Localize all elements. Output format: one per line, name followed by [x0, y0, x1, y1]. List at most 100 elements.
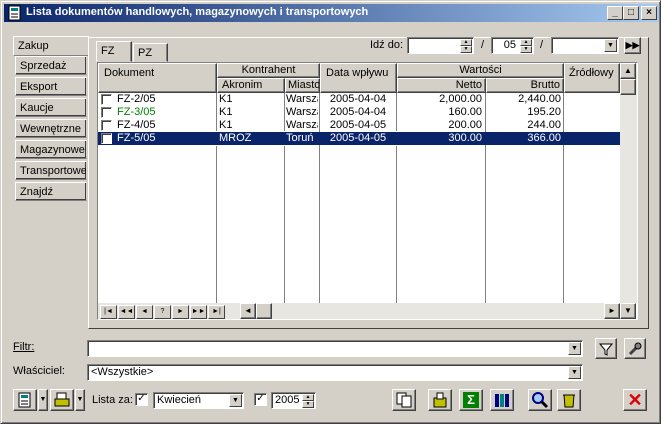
col-header-netto[interactable]: Netto [397, 78, 486, 93]
print-dropdown-button[interactable]: ▼ [75, 389, 85, 411]
table-row[interactable]: FZ-3/05 K1 Warszawa 2005-04-04 160.00 195.20 [98, 106, 620, 119]
chevron-down-icon[interactable]: ▼ [568, 342, 581, 355]
filter-input[interactable]: ▼ [87, 340, 583, 357]
cell-doc: FZ-5/05 [117, 132, 156, 144]
spin-up-icon[interactable]: ▲ [460, 39, 472, 46]
search-button[interactable] [528, 389, 552, 411]
scroll-down-icon[interactable]: ▼ [620, 303, 636, 319]
open-icon [433, 392, 447, 408]
lista-za-checkbox[interactable]: ✓ [135, 393, 148, 406]
tab-kaucje[interactable]: Kaucje [15, 98, 87, 117]
row-checkbox[interactable] [101, 94, 112, 105]
chevron-down-icon[interactable]: ▼ [604, 39, 617, 52]
tab-fz[interactable]: FZ [96, 41, 132, 62]
new-document-icon [18, 392, 31, 408]
goto-separator: / [481, 39, 485, 51]
first-record-icon[interactable]: |◄ [100, 305, 117, 319]
tab-sprzedaz[interactable]: Sprzedaż [15, 56, 87, 75]
recycle-button[interactable] [557, 389, 581, 411]
close-button[interactable]: ✕ [623, 389, 647, 411]
last-record-icon[interactable]: ►| [208, 305, 225, 319]
col-header-wartosci[interactable]: Wartości [397, 63, 564, 78]
scroll-thumb[interactable] [620, 79, 636, 95]
chevron-down-icon: ▼ [39, 396, 47, 403]
col-header-data[interactable]: Data wpływu [320, 63, 397, 93]
year-spinner[interactable]: 2005 ▲ ▼ [271, 392, 316, 409]
chevron-down-icon: ▼ [76, 396, 84, 403]
sum-button[interactable]: Σ [459, 389, 483, 411]
scroll-up-icon[interactable]: ▲ [620, 63, 636, 79]
spin-down-icon[interactable]: ▼ [302, 401, 314, 408]
filter-button[interactable] [595, 338, 617, 359]
row-checkbox[interactable] [101, 120, 112, 131]
title-bar: Lista dokumentów handlowych, magazynowyc… [4, 4, 659, 22]
tab-magazynowe[interactable]: Magazynowe [15, 140, 87, 159]
help-icon[interactable]: ? [154, 305, 171, 319]
cell-data: 2005-04-05 [329, 119, 387, 131]
goto-label: Idź do: [370, 39, 404, 51]
scroll-right-icon[interactable]: ► [604, 303, 620, 319]
col-header-akronim[interactable]: Akronim [217, 78, 285, 93]
prev-page-icon[interactable]: ◄◄ [118, 305, 135, 319]
year-checkbox[interactable]: ✓ [254, 393, 267, 406]
next-page-icon[interactable]: ►► [190, 305, 207, 319]
vertical-scrollbar[interactable] [620, 63, 637, 303]
goto-button[interactable]: ▶▶ [624, 37, 641, 54]
tab-zakup[interactable]: Zakup [13, 36, 89, 56]
tab-wewnetrzne[interactable]: Wewnętrzne [15, 119, 87, 138]
owner-select[interactable]: <Wszystkie> ▼ [87, 364, 583, 381]
new-document-button[interactable] [13, 389, 37, 411]
tab-znajdz[interactable]: Znajdź [15, 182, 87, 201]
cell-netto: 160.00 [448, 106, 482, 118]
spin-down-icon[interactable]: ▼ [460, 46, 472, 53]
books-button[interactable] [490, 389, 514, 411]
cell-data: 2005-04-04 [329, 106, 387, 118]
next-record-icon[interactable]: ► [172, 305, 189, 319]
table-row[interactable]: FZ-2/05 K1 Warszawa 2005-04-04 2,000.00 2,440… [98, 93, 620, 106]
goto-day-field[interactable]: ▲ ▼ [407, 37, 474, 54]
col-header-kontrahent[interactable]: Kontrahent [217, 63, 320, 78]
table-row[interactable]: FZ-4/05 K1 Warszawa 2005-04-05 200.00 244.00 [98, 119, 620, 132]
filter-settings-button[interactable] [624, 338, 646, 359]
recycle-icon [563, 394, 575, 408]
row-checkbox[interactable] [101, 133, 112, 144]
cell-miasto: Warszawa [286, 106, 318, 118]
spin-up-icon[interactable]: ▲ [302, 394, 314, 401]
cell-brutto: 244.00 [527, 119, 561, 131]
open-button[interactable] [428, 389, 452, 411]
col-header-zrodlowy[interactable]: Źródłowy [564, 63, 620, 93]
chevron-down-icon[interactable]: ▼ [229, 394, 242, 407]
table-row[interactable]: FZ-5/05 MROZ Toruń 2005-04-05 300.00 366.00 [98, 131, 621, 146]
goto-year-field[interactable]: ▼ [551, 37, 619, 54]
new-dropdown-button[interactable]: ▼ [38, 389, 48, 411]
spin-up-icon[interactable]: ▲ [520, 39, 532, 46]
goto-separator-2: / [540, 39, 544, 51]
minimize-button[interactable]: _ [607, 6, 623, 20]
col-header-brutto[interactable]: Brutto [486, 78, 564, 93]
row-checkbox[interactable] [101, 107, 112, 118]
prev-record-icon[interactable]: ◄ [136, 305, 153, 319]
cell-data: 2005-04-05 [329, 132, 387, 144]
copy-button[interactable] [392, 389, 416, 411]
cell-miasto: Warszawa [286, 93, 318, 105]
tab-eksport[interactable]: Eksport [15, 77, 87, 96]
cell-miasto: Warszawa [286, 119, 318, 131]
cell-akronim: MROZ [219, 132, 252, 144]
tab-pz[interactable]: PZ [133, 43, 168, 62]
hscroll-thumb[interactable] [256, 303, 272, 319]
copy-icon [396, 392, 412, 408]
cell-miasto: Toruń [286, 132, 314, 144]
goto-month-field[interactable]: 05 ▲ ▼ [491, 37, 534, 54]
cell-netto: 200.00 [448, 119, 482, 131]
chevron-down-icon[interactable]: ▼ [568, 366, 581, 379]
print-button[interactable] [50, 389, 74, 411]
spin-down-icon[interactable]: ▼ [520, 46, 532, 53]
cell-akronim: K1 [219, 93, 233, 105]
scroll-left-icon[interactable]: ◄ [240, 303, 256, 319]
col-header-dokument[interactable]: Dokument [98, 63, 217, 93]
maximize-button[interactable]: □ [623, 6, 639, 20]
month-select[interactable]: Kwiecień ▼ [153, 392, 244, 409]
close-window-button[interactable]: × [641, 6, 657, 20]
tab-transportowe[interactable]: Transportowe [15, 161, 87, 180]
col-header-miasto[interactable]: Miasto [285, 78, 320, 93]
